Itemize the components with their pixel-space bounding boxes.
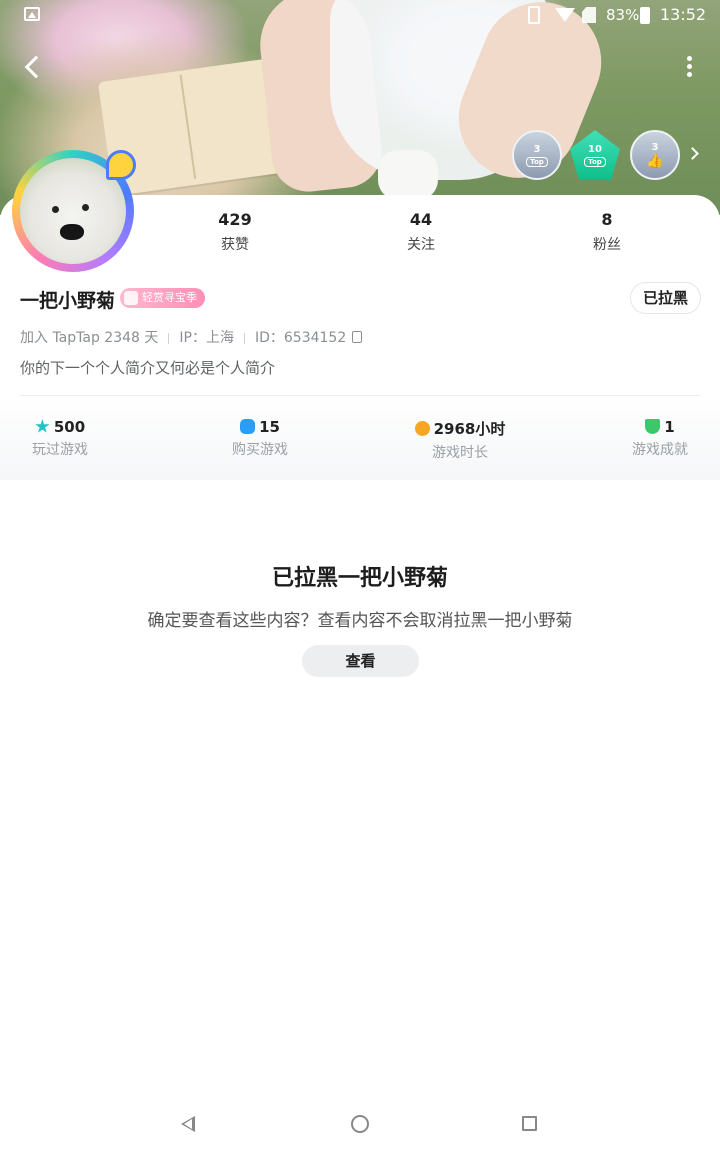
more-dot [687, 64, 692, 69]
stat-value: 429 [218, 210, 252, 229]
games-played[interactable]: 500 玩过游戏 [0, 418, 120, 459]
blocked-notice-title: 已拉黑一把小野菊 [271, 566, 448, 591]
profile-meta: 加入 TapTap 2348 天 IP：上海 ID：6534152 [20, 327, 363, 347]
stat-label: 获赞 [221, 237, 249, 253]
achievements[interactable]: 1 游戏成就 [600, 418, 720, 459]
avatar-frame-decoration [106, 150, 136, 180]
more-dot [687, 56, 692, 61]
nav-back-icon[interactable] [181, 1116, 195, 1132]
battery-percentage: 83% [606, 6, 640, 24]
badge-tag: Top [526, 156, 548, 167]
achievement-badge-1[interactable]: 3 Top [512, 130, 562, 180]
season-badge[interactable]: 轻赏寻宝季 [120, 288, 205, 308]
nav-recents-icon[interactable] [522, 1116, 537, 1131]
back-button[interactable] [18, 52, 48, 82]
blocked-notice-text: 确定要查看这些内容？查看内容不会取消拉黑一把小野菊 [147, 611, 573, 631]
badge-number: 10 [588, 143, 602, 155]
join-days: 加入 TapTap 2348 天 [20, 330, 159, 346]
games-played-label: 玩过游戏 [32, 442, 88, 458]
system-navigation-bar [0, 1096, 720, 1152]
stat-likes[interactable]: 429 获赞 [185, 210, 285, 254]
vibrate-icon [528, 6, 540, 24]
clock: 13:52 [660, 5, 707, 24]
username: 一把小野菊 [20, 290, 116, 312]
no-sim-icon [582, 7, 596, 23]
badge-number: 3 [651, 141, 659, 153]
achievements-value: 1 [664, 418, 675, 436]
copy-icon[interactable] [352, 331, 363, 343]
achievement-badge-3[interactable]: 3 👍 [630, 130, 680, 180]
image-notification-icon [24, 7, 40, 21]
status-bar: 83% 13:52 [0, 0, 720, 30]
divider [20, 395, 701, 396]
badge-tag: Top [584, 156, 606, 167]
play-time[interactable]: 2968小时 游戏时长 [400, 418, 520, 462]
games-purchased-label: 购买游戏 [232, 442, 288, 458]
games-purchased-value: 15 [259, 418, 280, 436]
user-id: ID：6534152 [254, 330, 347, 346]
timer-icon [414, 421, 430, 436]
avatar-eye [52, 206, 59, 213]
ip-location: IP：上海 [179, 330, 234, 346]
trophy-icon [645, 419, 661, 434]
star-icon [35, 419, 50, 433]
avatar-nose [60, 224, 84, 240]
battery-icon [640, 7, 650, 24]
badge-number: 3 [533, 143, 541, 155]
bio: 你的下一个个人简介又何必是个人简介 [20, 359, 276, 377]
more-options-button[interactable] [678, 52, 702, 82]
nav-home-icon[interactable] [351, 1115, 369, 1133]
meta-divider [243, 332, 245, 344]
stat-label: 关注 [407, 237, 435, 253]
stat-followers[interactable]: 8 粉丝 [557, 210, 657, 254]
achievements-label: 游戏成就 [632, 442, 688, 458]
wifi-icon [555, 8, 575, 22]
more-dot [687, 72, 692, 77]
avatar-eye [82, 204, 89, 211]
stat-value: 44 [409, 210, 433, 229]
stat-value: 8 [601, 210, 613, 229]
view-content-button[interactable]: 查看 [302, 645, 419, 677]
meta-divider [168, 332, 170, 344]
play-time-label: 游戏时长 [432, 445, 488, 461]
games-purchased[interactable]: 15 购买游戏 [200, 418, 320, 459]
stat-following[interactable]: 44 关注 [371, 210, 471, 254]
blocked-button[interactable]: 已拉黑 [630, 282, 701, 314]
avatar[interactable] [12, 150, 136, 272]
cover-sock-shape [378, 150, 438, 200]
gamepad-icon [240, 419, 256, 434]
games-played-value: 500 [53, 418, 86, 436]
stat-label: 粉丝 [593, 237, 621, 253]
thumbs-up-icon: 👍 [646, 152, 664, 169]
play-time-value: 2968小时 [433, 420, 506, 438]
